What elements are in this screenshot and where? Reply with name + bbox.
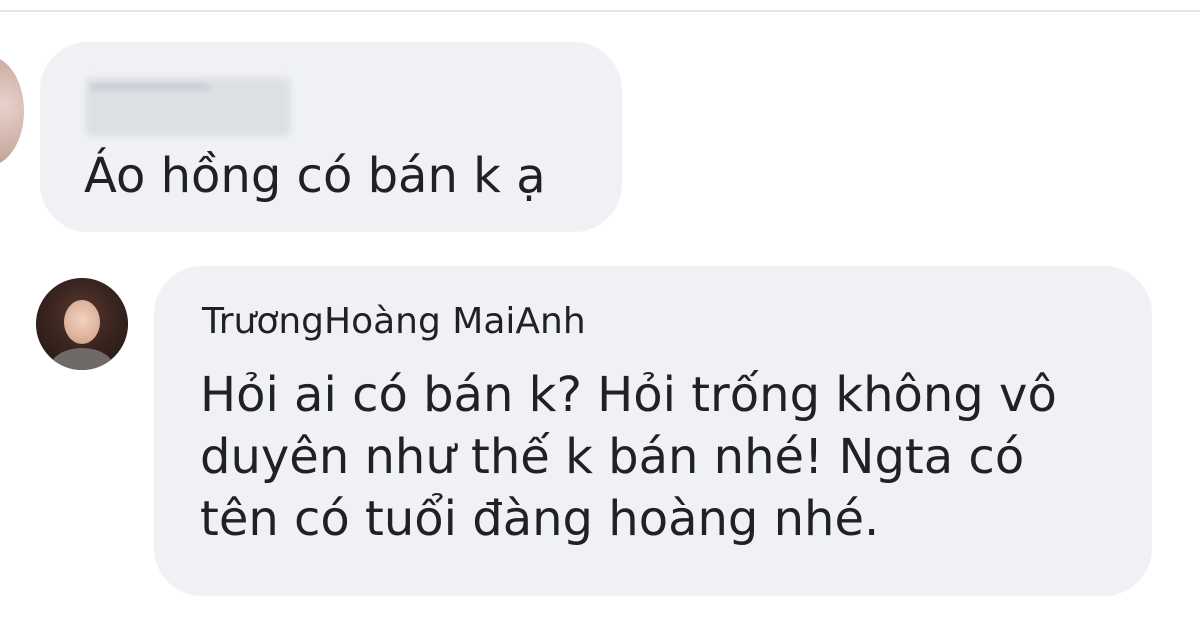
blurred-author-name xyxy=(86,78,290,136)
comment-text: Áo hồng có bán k ạ xyxy=(84,148,546,204)
reply-text-line: tên có tuổi đàng hoàng nhé. xyxy=(200,491,880,547)
reply-author-name[interactable]: TrươngHoàng MaiAnh xyxy=(202,300,586,344)
reply-text-line: Hỏi ai có bán k? Hỏi trống không vô xyxy=(200,367,1057,423)
reply-text-line: duyên như thế k bán nhé! Ngta có xyxy=(200,429,1025,485)
reply-text: Hỏi ai có bán k? Hỏi trống không vô duyê… xyxy=(200,364,1130,550)
commenter-avatar[interactable] xyxy=(0,56,24,166)
top-divider xyxy=(0,10,1200,12)
avatar-face xyxy=(64,300,100,344)
reply-author-avatar[interactable] xyxy=(36,278,128,370)
